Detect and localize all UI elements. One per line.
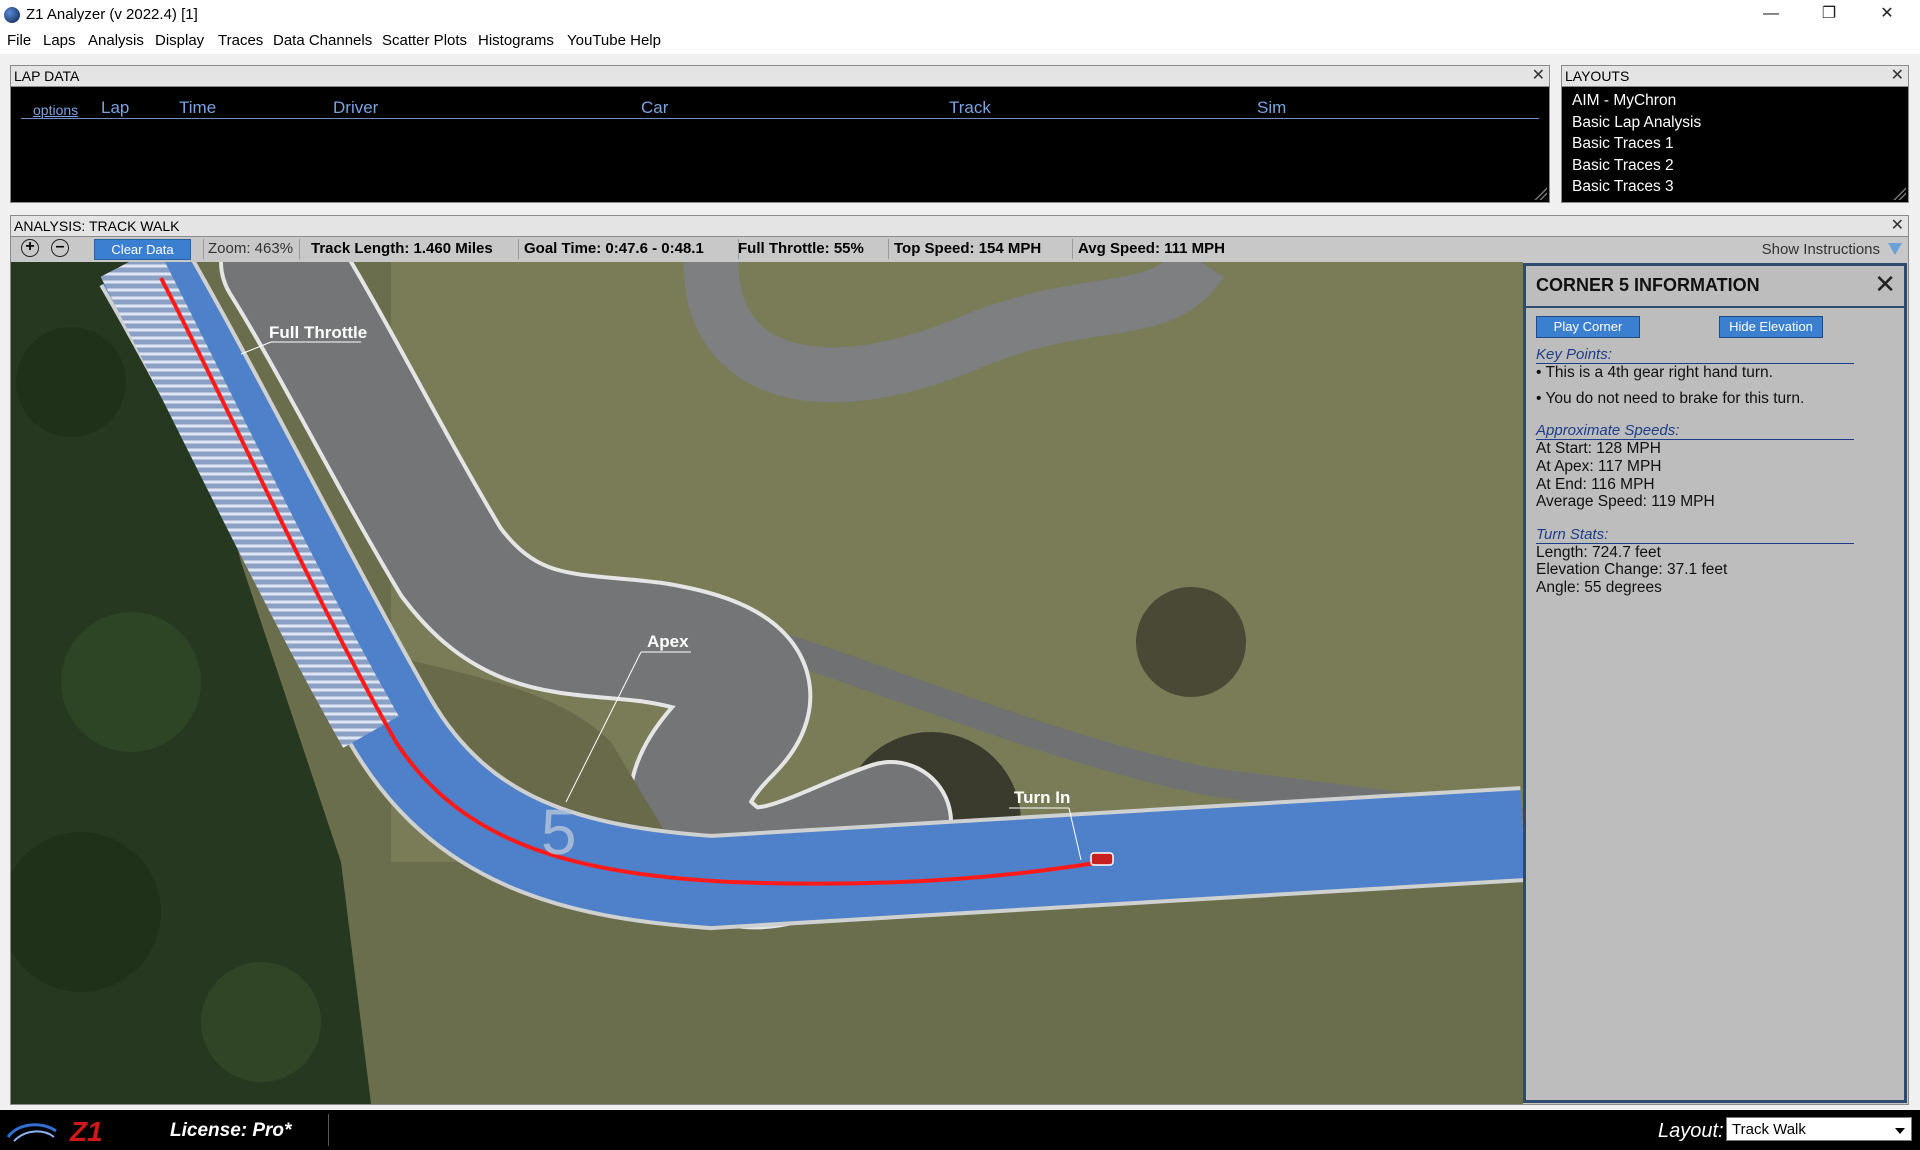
analysis-title: ANALYSIS: TRACK WALK xyxy=(11,216,1908,237)
resize-grip-icon[interactable] xyxy=(1892,186,1906,200)
z1-logo: Z1 xyxy=(6,1116,103,1145)
key-point: • You do not need to brake for this turn… xyxy=(1536,390,1805,407)
column-car[interactable]: Car xyxy=(641,98,668,118)
play-corner-button[interactable]: Play Corner xyxy=(1536,316,1640,338)
divider xyxy=(1526,306,1904,308)
tree-icon xyxy=(61,612,201,752)
column-sim[interactable]: Sim xyxy=(1257,98,1286,118)
close-icon[interactable]: ✕ xyxy=(1532,67,1545,85)
layouts-panel: LAYOUTS ✕ AIM - MyChron Basic Lap Analys… xyxy=(1561,65,1909,203)
layouts-list: AIM - MyChron Basic Lap Analysis Basic T… xyxy=(1572,90,1701,198)
goal-time: Goal Time: 0:47.6 - 0:48.1 xyxy=(524,240,704,257)
app-logo-icon xyxy=(4,7,20,23)
tree-icon xyxy=(1136,587,1246,697)
close-icon[interactable]: ✕ xyxy=(1891,217,1904,235)
column-lap[interactable]: Lap xyxy=(101,98,129,118)
layout-item[interactable]: Basic Lap Analysis xyxy=(1572,112,1701,134)
toolbar-divider xyxy=(203,239,204,259)
layouts-title: LAYOUTS xyxy=(1562,66,1908,87)
corner-number: 5 xyxy=(541,796,577,868)
zoom-level: Zoom: 463% xyxy=(208,240,294,257)
menu-file[interactable]: File xyxy=(7,32,31,49)
turn-stat: Length: 724.7 feet xyxy=(1536,544,1661,561)
menu-traces[interactable]: Traces xyxy=(218,32,263,49)
divider xyxy=(328,1114,329,1146)
menu-display[interactable]: Display xyxy=(155,32,204,49)
menu-bar: File Laps Analysis Display Traces Data C… xyxy=(0,30,1920,54)
tree-icon xyxy=(16,327,126,437)
turn-in-label: Turn In xyxy=(1014,788,1070,807)
minimize-icon[interactable]: — xyxy=(1748,0,1794,30)
track-length: Track Length: 1.460 Miles xyxy=(311,240,493,257)
track-map[interactable]: Full Throttle Apex Turn In 5 xyxy=(11,262,1523,1104)
layout-item[interactable]: AIM - MyChron xyxy=(1572,90,1701,112)
top-speed: Top Speed: 154 MPH xyxy=(894,240,1042,257)
lap-data-panel: LAP DATA ✕ options Lap Time Driver Car T… xyxy=(10,65,1550,203)
speed-item: Average Speed: 119 MPH xyxy=(1536,493,1715,510)
window-title: Z1 Analyzer (v 2022.4) [1] xyxy=(26,6,198,23)
track-map-canvas: Full Throttle Apex Turn In 5 xyxy=(11,262,1523,1104)
turn-stat: Elevation Change: 37.1 feet xyxy=(1536,561,1728,578)
key-points-heading: Key Points: xyxy=(1536,346,1854,364)
layout-label: Layout: xyxy=(1658,1120,1724,1142)
menu-analysis[interactable]: Analysis xyxy=(88,32,144,49)
speed-item: At Start: 128 MPH xyxy=(1536,440,1661,457)
analysis-toolbar: + – Clear Data Zoom: 463% Track Length: … xyxy=(11,237,1908,261)
turn-stat: Angle: 55 degrees xyxy=(1536,579,1662,596)
layout-select-value: Track Walk xyxy=(1732,1121,1806,1138)
avg-speed: Avg Speed: 111 MPH xyxy=(1078,240,1225,257)
menu-scatter-plots[interactable]: Scatter Plots xyxy=(382,32,467,49)
layout-item[interactable]: Basic Traces 2 xyxy=(1572,155,1701,177)
chevron-down-icon[interactable] xyxy=(1895,1128,1905,1134)
layout-select[interactable]: Track Walk xyxy=(1726,1117,1912,1141)
lap-data-header: options Lap Time Driver Car Track Sim xyxy=(21,96,1539,119)
full-throttle-label: Full Throttle xyxy=(269,323,367,342)
hide-elevation-button[interactable]: Hide Elevation xyxy=(1719,316,1823,338)
layout-item[interactable]: Basic Traces 3 xyxy=(1572,176,1701,198)
restore-icon[interactable]: ❐ xyxy=(1806,0,1852,30)
close-icon[interactable]: ✕ xyxy=(1874,271,1896,297)
resize-grip-icon[interactable] xyxy=(1533,186,1547,200)
turn-stats-heading: Turn Stats: xyxy=(1536,526,1854,544)
car-marker-icon xyxy=(1090,852,1114,866)
speed-item: At Apex: 117 MPH xyxy=(1536,458,1662,475)
zoom-out-icon[interactable]: – xyxy=(51,239,69,257)
zoom-in-icon[interactable]: + xyxy=(21,239,39,257)
menu-youtube-help[interactable]: YouTube Help xyxy=(567,32,661,49)
logo-text: Z1 xyxy=(69,1116,103,1145)
title-bar: Z1 Analyzer (v 2022.4) [1] — ❐ ✕ xyxy=(0,0,1920,30)
column-time[interactable]: Time xyxy=(179,98,216,118)
triangle-down-icon[interactable] xyxy=(1888,243,1902,255)
toolbar-divider xyxy=(518,239,519,259)
tree-icon xyxy=(201,962,321,1082)
show-instructions-link[interactable]: Show Instructions xyxy=(1762,241,1880,258)
column-track[interactable]: Track xyxy=(949,98,991,118)
close-icon[interactable]: ✕ xyxy=(1891,67,1904,85)
speeds-heading: Approximate Speeds: xyxy=(1536,422,1854,440)
layout-item[interactable]: Basic Traces 1 xyxy=(1572,133,1701,155)
lap-options-link[interactable]: options xyxy=(33,102,78,118)
toolbar-divider xyxy=(1072,239,1073,259)
status-bar: Z1 License: Pro* Layout: Track Walk xyxy=(0,1110,1920,1150)
license-label: License: Pro* xyxy=(170,1120,292,1141)
close-icon[interactable]: ✕ xyxy=(1864,0,1910,30)
toolbar-divider xyxy=(888,239,889,259)
apex-label: Apex xyxy=(647,632,689,651)
column-driver[interactable]: Driver xyxy=(333,98,378,118)
toolbar-divider xyxy=(299,239,300,259)
analysis-panel: ANALYSIS: TRACK WALK ✕ + – Clear Data Zo… xyxy=(10,215,1909,1105)
menu-data-channels[interactable]: Data Channels xyxy=(273,32,372,49)
menu-histograms[interactable]: Histograms xyxy=(478,32,554,49)
key-point: • This is a 4th gear right hand turn. xyxy=(1536,364,1773,381)
clear-data-button[interactable]: Clear Data xyxy=(94,239,191,260)
corner-info-panel: CORNER 5 INFORMATION ✕ Play Corner Hide … xyxy=(1523,263,1907,1103)
corner-info-title: CORNER 5 INFORMATION xyxy=(1536,275,1760,295)
lap-data-title: LAP DATA xyxy=(11,66,1549,87)
speed-item: At End: 116 MPH xyxy=(1536,476,1655,493)
full-throttle-stat: Full Throttle: 55% xyxy=(738,240,864,257)
menu-laps[interactable]: Laps xyxy=(43,32,76,49)
